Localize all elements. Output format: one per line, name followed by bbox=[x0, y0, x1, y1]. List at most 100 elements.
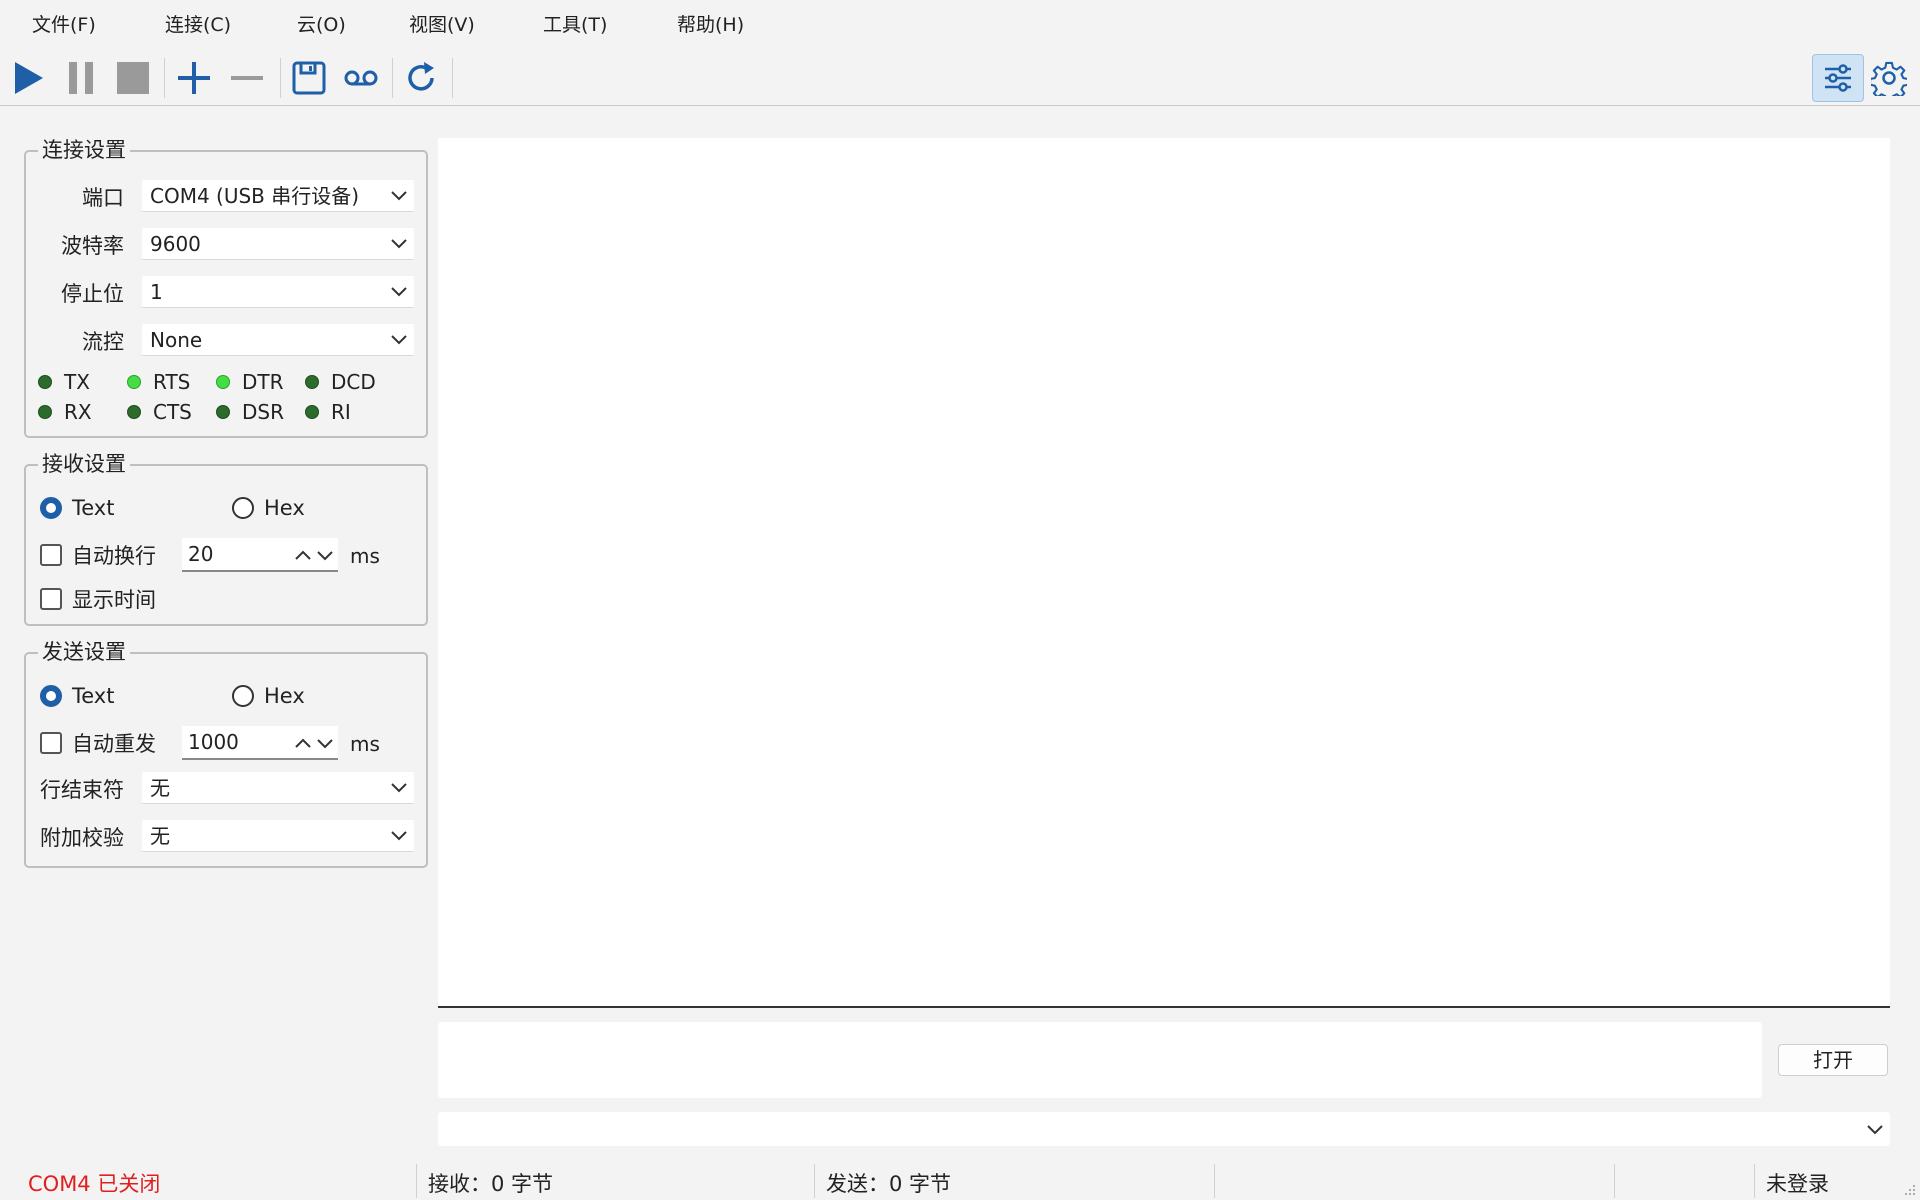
port-label: 端口 bbox=[82, 186, 124, 210]
line-end-select[interactable]: 无 bbox=[142, 772, 414, 804]
signal-label: RX bbox=[64, 400, 92, 424]
checkbox-label: 自动换行 bbox=[72, 544, 156, 568]
receive-settings-group: 接收设置 Text Hex 自动换行 20 ms 显示时间 bbox=[24, 448, 428, 626]
toolbar-separator bbox=[280, 58, 281, 98]
baud-value: 9600 bbox=[150, 232, 201, 256]
menu-view[interactable]: 视图(V) bbox=[409, 10, 475, 37]
toolbar-separator bbox=[164, 58, 165, 98]
baud-label: 波特率 bbox=[61, 234, 124, 258]
settings-button[interactable] bbox=[1866, 54, 1912, 102]
chevron-down-icon bbox=[391, 831, 407, 841]
chevron-down-icon bbox=[391, 239, 407, 249]
led-indicator bbox=[216, 405, 230, 419]
connection-settings-group: 连接设置 端口 COM4 (USB 串行设备) 波特率 9600 停止位 1 流… bbox=[24, 134, 428, 438]
checkbox-label: 显示时间 bbox=[72, 588, 156, 612]
checksum-value: 无 bbox=[150, 824, 170, 848]
send-text-input[interactable] bbox=[438, 1022, 1762, 1098]
signal-row-1: TX RTS DTR DCD bbox=[38, 370, 394, 394]
menu-bar: 文件(F) 连接(C) 云(O) 视图(V) 工具(T) 帮助(H) bbox=[0, 0, 1920, 46]
signal-label: DTR bbox=[242, 370, 284, 394]
pause-icon bbox=[69, 62, 93, 94]
signal-dcd: DCD bbox=[305, 370, 394, 394]
toolbar bbox=[0, 50, 1920, 106]
chevron-down-icon bbox=[391, 783, 407, 793]
refresh-button[interactable] bbox=[398, 54, 444, 102]
resend-interval-spinbox[interactable]: 1000 bbox=[182, 726, 338, 760]
signal-dsr: DSR bbox=[216, 400, 305, 424]
stop-icon bbox=[117, 62, 149, 94]
record-button[interactable] bbox=[338, 54, 384, 102]
save-button[interactable] bbox=[286, 54, 332, 102]
chevron-down-icon[interactable] bbox=[316, 546, 334, 564]
signal-cts: CTS bbox=[127, 400, 216, 424]
radio-indicator bbox=[40, 685, 62, 707]
status-separator bbox=[1614, 1164, 1615, 1198]
receive-text-area[interactable] bbox=[438, 138, 1890, 1008]
wrap-unit: ms bbox=[350, 544, 380, 568]
gear-icon bbox=[1871, 61, 1907, 96]
checksum-label: 附加校验 bbox=[40, 826, 124, 850]
send-hex-radio[interactable]: Hex bbox=[232, 684, 305, 708]
status-bar: COM4 已关闭 接收：0 字节 发送：0 字节 未登录 bbox=[0, 1160, 1920, 1200]
resize-grip-icon[interactable] bbox=[1904, 1184, 1916, 1196]
signal-label: RTS bbox=[153, 370, 191, 394]
receive-text-radio[interactable]: Text bbox=[40, 496, 114, 520]
menu-file[interactable]: 文件(F) bbox=[32, 10, 96, 37]
menu-help[interactable]: 帮助(H) bbox=[677, 10, 744, 37]
open-button[interactable]: 打开 bbox=[1778, 1044, 1888, 1076]
send-text-radio[interactable]: Text bbox=[40, 684, 114, 708]
status-separator bbox=[814, 1164, 815, 1198]
settings-panel-button[interactable] bbox=[1812, 54, 1864, 102]
chevron-down-icon[interactable] bbox=[316, 734, 334, 752]
pause-button[interactable] bbox=[58, 54, 104, 102]
menu-cloud[interactable]: 云(O) bbox=[297, 10, 346, 37]
chevron-down-icon bbox=[391, 287, 407, 297]
show-time-checkbox[interactable]: 显示时间 bbox=[40, 584, 156, 614]
send-settings-group: 发送设置 Text Hex 自动重发 1000 ms 行结束符 无 附加校验 无 bbox=[24, 636, 428, 868]
signal-rts: RTS bbox=[127, 370, 216, 394]
checkbox-label: 自动重发 bbox=[72, 732, 156, 756]
auto-resend-checkbox[interactable]: 自动重发 bbox=[40, 728, 156, 758]
wrap-interval-spinbox[interactable]: 20 bbox=[182, 538, 338, 572]
spin-value: 1000 bbox=[188, 730, 239, 754]
chevron-up-icon[interactable] bbox=[294, 734, 312, 752]
login-status: 未登录 bbox=[1766, 1172, 1829, 1196]
group-title: 接收设置 bbox=[38, 448, 130, 478]
led-indicator bbox=[127, 405, 141, 419]
radio-indicator bbox=[232, 497, 254, 519]
spin-value: 20 bbox=[188, 542, 214, 566]
flow-control-select[interactable]: None bbox=[142, 324, 414, 356]
stop-bits-label: 停止位 bbox=[61, 282, 124, 306]
chevron-down-icon bbox=[1867, 1125, 1883, 1135]
stop-button[interactable] bbox=[110, 54, 156, 102]
receive-hex-radio[interactable]: Hex bbox=[232, 496, 305, 520]
group-title: 发送设置 bbox=[38, 636, 130, 666]
received-bytes: 接收：0 字节 bbox=[428, 1172, 554, 1196]
stop-bits-select[interactable]: 1 bbox=[142, 276, 414, 308]
port-select[interactable]: COM4 (USB 串行设备) bbox=[142, 180, 414, 212]
toolbar-separator bbox=[452, 58, 453, 98]
led-indicator bbox=[38, 405, 52, 419]
menu-connect[interactable]: 连接(C) bbox=[165, 10, 231, 37]
baud-select[interactable]: 9600 bbox=[142, 228, 414, 260]
minus-icon bbox=[231, 76, 263, 80]
radio-label: Hex bbox=[264, 496, 305, 520]
line-end-value: 无 bbox=[150, 776, 170, 800]
play-button[interactable] bbox=[6, 54, 52, 102]
status-separator bbox=[1214, 1164, 1215, 1198]
chevron-up-icon[interactable] bbox=[294, 546, 312, 564]
led-indicator bbox=[305, 375, 319, 389]
add-button[interactable] bbox=[171, 54, 217, 102]
signal-ri: RI bbox=[305, 400, 394, 424]
signal-label: RI bbox=[331, 400, 351, 424]
radio-indicator bbox=[232, 685, 254, 707]
send-history-select[interactable] bbox=[438, 1112, 1890, 1146]
remove-button[interactable] bbox=[224, 54, 270, 102]
line-end-label: 行结束符 bbox=[40, 778, 124, 802]
checksum-select[interactable]: 无 bbox=[142, 820, 414, 852]
status-separator bbox=[416, 1164, 417, 1198]
auto-wrap-checkbox[interactable]: 自动换行 bbox=[40, 540, 156, 570]
led-indicator bbox=[38, 375, 52, 389]
menu-tools[interactable]: 工具(T) bbox=[543, 10, 607, 37]
checkbox-indicator bbox=[40, 732, 62, 754]
